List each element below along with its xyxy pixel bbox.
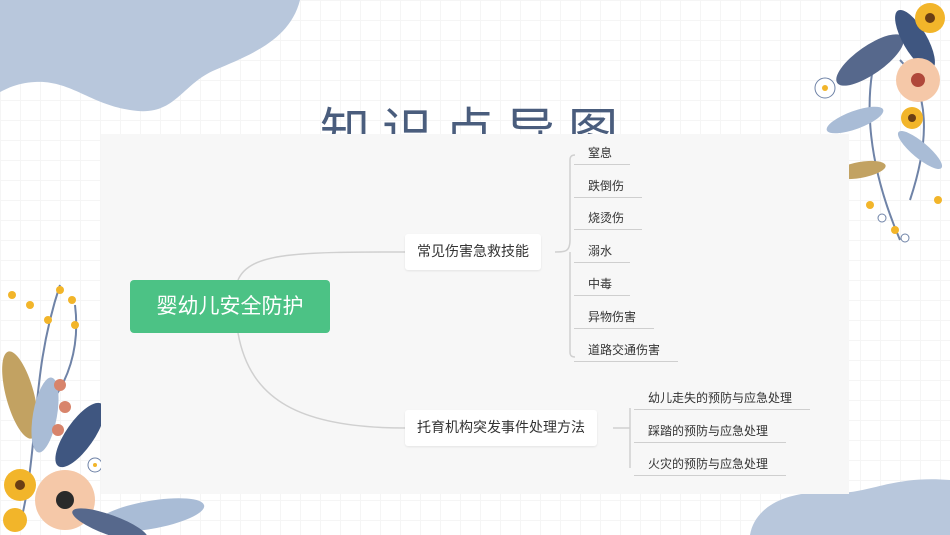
mindmap-leaf[interactable]: 烧烫伤 bbox=[573, 209, 643, 230]
mindmap-leaf[interactable]: 幼儿走失的预防与应急处理 bbox=[633, 389, 811, 410]
mindmap-leaf[interactable]: 中毒 bbox=[573, 275, 631, 296]
mindmap-leaf[interactable]: 窒息 bbox=[573, 144, 631, 165]
mindmap-leaf[interactable]: 溺水 bbox=[573, 242, 631, 263]
mindmap-leaf[interactable]: 异物伤害 bbox=[573, 308, 655, 329]
mindmap-leaf[interactable]: 道路交通伤害 bbox=[573, 341, 679, 362]
mindmap-root-node[interactable]: 婴幼儿安全防护 bbox=[130, 280, 330, 333]
mindmap-branch-first-aid[interactable]: 常见伤害急救技能 bbox=[405, 234, 541, 270]
mindmap-leaf[interactable]: 火灾的预防与应急处理 bbox=[633, 455, 787, 476]
connector-root-branch-1 bbox=[237, 251, 406, 281]
mindmap-branch-emergency-handling[interactable]: 托育机构突发事件处理方法 bbox=[405, 410, 597, 446]
connector-branch-1-bracket bbox=[554, 154, 576, 358]
connector-root-branch-2 bbox=[237, 332, 406, 429]
mindmap-leaf[interactable]: 跌倒伤 bbox=[573, 177, 643, 198]
mindmap-leaf[interactable]: 踩踏的预防与应急处理 bbox=[633, 422, 787, 443]
connector-branch-2-bracket bbox=[613, 408, 631, 468]
